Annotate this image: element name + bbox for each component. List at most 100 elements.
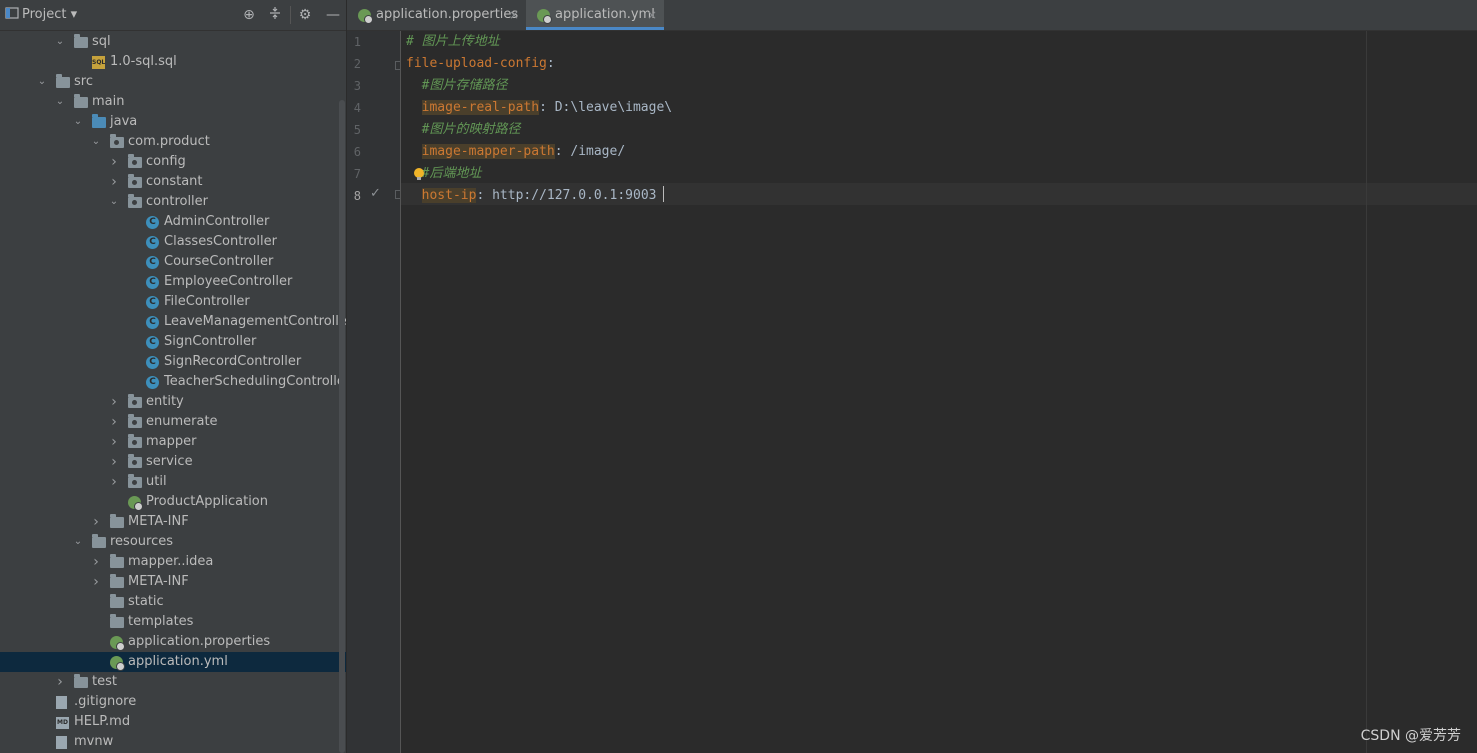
project-view-selector[interactable]: Project ▾ xyxy=(22,7,77,22)
tree-item[interactable]: › util xyxy=(0,472,346,492)
tree-item[interactable]: ProductApplication xyxy=(0,492,346,512)
tree-item[interactable]: templates xyxy=(0,612,346,632)
tree-item[interactable]: › entity xyxy=(0,392,346,412)
class-icon: C xyxy=(146,256,159,269)
collapse-arrow-icon[interactable]: ⌄ xyxy=(54,32,66,52)
tree-item-label: test xyxy=(92,674,117,689)
tree-item-label: HELP.md xyxy=(74,714,131,729)
expand-arrow-icon[interactable]: › xyxy=(108,452,120,472)
folder-icon xyxy=(110,554,124,568)
tree-item[interactable]: application.properties xyxy=(0,632,346,652)
tree-item[interactable]: › service xyxy=(0,452,346,472)
expand-arrow-icon[interactable]: › xyxy=(108,172,120,192)
tree-item[interactable]: C CourseController xyxy=(0,252,346,272)
collapse-arrow-icon[interactable]: ⌄ xyxy=(72,112,84,132)
tree-item-label: resources xyxy=(110,534,174,549)
tree-item[interactable]: › mapper xyxy=(0,432,346,452)
expand-arrow-icon[interactable]: › xyxy=(90,572,102,592)
tree-item[interactable]: C SignController xyxy=(0,332,346,352)
expand-arrow-icon[interactable]: › xyxy=(54,672,66,692)
tree-item[interactable]: C EmployeeController xyxy=(0,272,346,292)
line-number: 7 xyxy=(353,167,361,181)
tree-item[interactable]: static xyxy=(0,592,346,612)
expand-arrow-icon[interactable]: › xyxy=(90,552,102,572)
tree-item[interactable]: ⌄ resources xyxy=(0,532,346,552)
tab-application-yml[interactable]: application.yml × xyxy=(526,0,664,30)
collapse-arrow-icon[interactable]: ⌄ xyxy=(72,532,84,552)
tree-item[interactable]: › constant xyxy=(0,172,346,192)
expand-arrow-icon[interactable]: › xyxy=(108,432,120,452)
tree-item[interactable]: ⌄ main xyxy=(0,92,346,112)
expand-arrow-icon[interactable]: › xyxy=(108,472,120,492)
code-line[interactable]: #图片存储路径 xyxy=(406,75,508,97)
spring-icon xyxy=(110,656,125,671)
class-icon: C xyxy=(146,316,159,329)
collapse-arrow-icon[interactable]: ⌄ xyxy=(36,72,48,92)
spring-config-icon xyxy=(358,9,373,24)
tree-item-label: templates xyxy=(128,614,194,629)
expand-arrow-icon[interactable]: › xyxy=(90,512,102,532)
package-icon xyxy=(128,414,142,428)
project-window-icon xyxy=(3,6,21,24)
tree-item-label: main xyxy=(92,94,125,109)
tree-item[interactable]: › META-INF xyxy=(0,572,346,592)
tree-item[interactable]: › test xyxy=(0,672,346,692)
tree-item[interactable]: MD HELP.md xyxy=(0,712,346,732)
code-line[interactable]: host-ip: http://127.0.0.1:9003 xyxy=(406,185,656,207)
tree-item[interactable]: C AdminController xyxy=(0,212,346,232)
expand-arrow-icon[interactable]: › xyxy=(108,392,120,412)
expand-arrow-icon[interactable]: › xyxy=(108,412,120,432)
tree-item[interactable]: ⌄ controller xyxy=(0,192,346,212)
tree-item[interactable]: › enumerate xyxy=(0,412,346,432)
tree-item-label: config xyxy=(146,154,186,169)
code-line[interactable]: image-mapper-path: /image/ xyxy=(406,141,625,163)
tree-item[interactable]: .gitignore xyxy=(0,692,346,712)
tree-item[interactable]: ⌄ java xyxy=(0,112,346,132)
tree-item[interactable]: ⌄ src xyxy=(0,72,346,92)
tab-application-properties[interactable]: application.properties × xyxy=(347,0,525,30)
collapse-arrow-icon[interactable]: ⌄ xyxy=(90,132,102,152)
tree-item[interactable]: C SignRecordController xyxy=(0,352,346,372)
class-icon: C xyxy=(146,376,159,389)
minimize-icon[interactable]: — xyxy=(324,6,342,24)
tree-item-label: static xyxy=(128,594,164,609)
file-icon xyxy=(56,736,67,749)
locate-icon[interactable]: ⊕ xyxy=(240,6,258,24)
tree-item-label: java xyxy=(110,114,138,129)
tree-item[interactable]: ⌄ sql xyxy=(0,32,346,52)
sql-file-icon: SQL xyxy=(92,56,105,69)
tree-item[interactable]: C FileController xyxy=(0,292,346,312)
line-number: 6 xyxy=(353,145,361,159)
folder-icon xyxy=(92,534,106,548)
expand-arrow-icon[interactable]: › xyxy=(108,152,120,172)
code-line[interactable]: # 图片上传地址 xyxy=(406,31,500,53)
tree-item[interactable]: › config xyxy=(0,152,346,172)
tree-scrollbar[interactable] xyxy=(339,100,345,753)
tree-item[interactable]: application.yml xyxy=(0,652,346,672)
tree-item[interactable]: › mapper..idea xyxy=(0,552,346,572)
close-tab-icon[interactable]: × xyxy=(647,0,657,30)
class-icon: C xyxy=(146,356,159,369)
tree-item[interactable]: C LeaveManagementController xyxy=(0,312,352,332)
tree-item[interactable]: C ClassesController xyxy=(0,232,346,252)
code-line[interactable]: #图片的映射路径 xyxy=(406,119,521,141)
code-line[interactable]: file-upload-config: xyxy=(406,53,555,75)
collapse-arrow-icon[interactable]: ⌄ xyxy=(108,192,120,212)
collapse-all-icon[interactable] xyxy=(266,6,284,24)
line-number: 5 xyxy=(353,123,361,137)
close-tab-icon[interactable]: × xyxy=(509,0,519,30)
code-editor[interactable]: # 图片上传地址 file-upload-config: #图片存储路径 imag… xyxy=(401,31,1477,753)
tree-item[interactable]: mvnw xyxy=(0,732,346,752)
tree-item[interactable]: SQL 1.0-sql.sql xyxy=(0,52,346,72)
tree-item[interactable]: › META-INF xyxy=(0,512,346,532)
lightbulb-icon[interactable] xyxy=(414,168,424,180)
code-token: : http://127.0.0.1:9003 xyxy=(476,188,657,203)
tree-item[interactable]: ⌄ com.product xyxy=(0,132,346,152)
code-line[interactable]: image-real-path: D:\leave\image\ xyxy=(406,97,672,119)
tree-item-label: CourseController xyxy=(164,254,274,269)
tree-item[interactable]: C TeacherSchedulingController xyxy=(0,372,350,392)
collapse-arrow-icon[interactable]: ⌄ xyxy=(54,92,66,112)
gear-icon[interactable]: ⚙ xyxy=(290,6,314,24)
